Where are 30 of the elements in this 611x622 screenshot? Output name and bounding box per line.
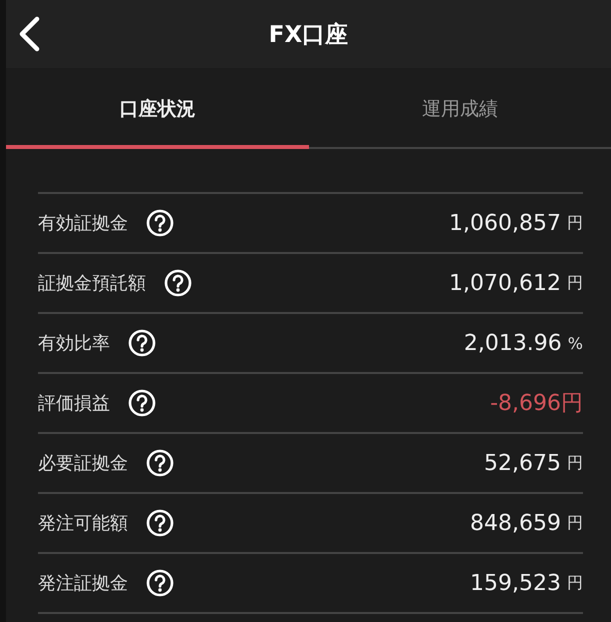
unit-label: 円 [567, 512, 583, 534]
help-icon[interactable] [146, 569, 174, 597]
row-value: 2,013.96 [464, 330, 562, 356]
row-label: 必要証拠金 [38, 452, 128, 475]
row-value: 1,060,857 [449, 210, 561, 236]
row-label: 有効比率 [38, 332, 110, 355]
tab[interactable]: 口座状況 [6, 68, 308, 149]
screen-title: FX口座 [268, 20, 348, 50]
help-icon[interactable] [146, 509, 174, 537]
unit-label: % [568, 334, 583, 352]
unit-label: 円 [567, 272, 583, 294]
row-label: 評価損益 [38, 392, 110, 415]
help-icon[interactable] [128, 329, 156, 357]
row-value: -8,696円 [490, 390, 583, 418]
row-value: 1,070,612 [449, 270, 561, 296]
help-icon[interactable] [146, 209, 174, 237]
row-value: 848,659 [470, 510, 561, 536]
unit-label: 円 [567, 452, 583, 474]
row-label: 発注可能額 [38, 512, 128, 535]
row-label: 証拠金預託額 [38, 272, 146, 295]
help-icon[interactable] [146, 449, 174, 477]
help-icon[interactable] [128, 389, 156, 417]
tab[interactable]: 運用成績 [308, 68, 611, 149]
help-icon[interactable] [164, 269, 192, 297]
row-label: 発注証拠金 [38, 572, 128, 595]
row-value: 52,675 [484, 450, 561, 476]
row-label: 有効証拠金 [38, 212, 128, 235]
unit-label: 円 [567, 212, 583, 234]
row-value: 159,523 [470, 570, 561, 596]
unit-label: 円 [567, 572, 583, 594]
